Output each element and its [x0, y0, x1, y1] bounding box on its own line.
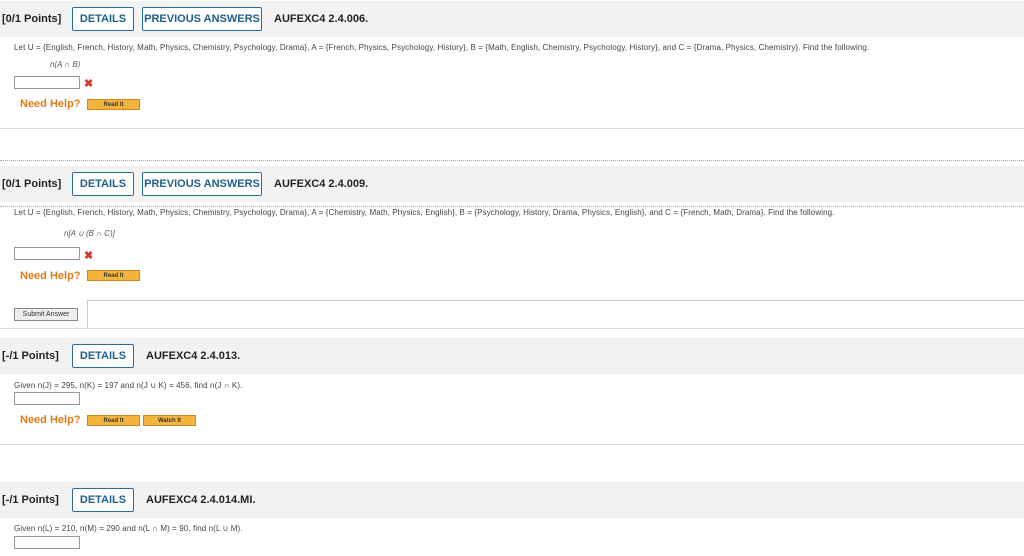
details-button[interactable]: DETAILS — [72, 172, 134, 196]
question-prompt: Let U = {English, French, History, Math,… — [14, 43, 870, 52]
details-button[interactable]: DETAILS — [72, 344, 134, 368]
question-prompt: Let U = {English, French, History, Math,… — [14, 208, 835, 217]
divider — [0, 206, 1024, 207]
question-code: AUFEXC4 2.4.006. — [274, 13, 369, 25]
read-it-button[interactable]: Read It — [87, 270, 140, 281]
question-code: AUFEXC4 2.4.009. — [274, 178, 369, 190]
need-help-label: Need Help? — [20, 270, 81, 282]
answer-input[interactable] — [14, 392, 80, 405]
question-code: AUFEXC4 2.4.014.MI. — [146, 494, 256, 506]
points-label: [0/1 Points] — [2, 178, 62, 190]
previous-answers-button[interactable]: PREVIOUS ANSWERS — [142, 7, 262, 31]
watch-it-button[interactable]: Watch It — [143, 415, 196, 426]
answer-input[interactable] — [14, 247, 80, 260]
q4-header: [-/1 Points] DETAILS AUFEXC4 2.4.014.MI. — [0, 482, 1024, 518]
question-expression: n[A ∪ (B ∩ C)] — [64, 229, 115, 238]
incorrect-icon: ✖ — [84, 78, 94, 90]
question-prompt: Given n(J) = 295, n(K) = 197 and n(J ∪ K… — [14, 381, 243, 390]
submit-area — [87, 300, 1024, 329]
submit-answer-button[interactable]: Submit Answer — [14, 308, 78, 321]
read-it-button[interactable]: Read It — [87, 415, 140, 426]
q1-header: [0/1 Points] DETAILS PREVIOUS ANSWERS AU… — [0, 1, 1024, 37]
q2-header: [0/1 Points] DETAILS PREVIOUS ANSWERS AU… — [0, 166, 1024, 202]
answer-input[interactable] — [14, 76, 80, 89]
details-button[interactable]: DETAILS — [72, 7, 134, 31]
need-help-label: Need Help? — [20, 98, 81, 110]
divider — [0, 160, 1024, 161]
points-label: [0/1 Points] — [2, 13, 62, 25]
question-code: AUFEXC4 2.4.013. — [146, 350, 241, 362]
question-prompt: Given n(L) = 210, n(M) = 290 and n(L ∩ M… — [14, 524, 243, 533]
points-label: [-/1 Points] — [2, 350, 59, 362]
divider — [0, 328, 1024, 329]
answer-input[interactable] — [14, 536, 80, 549]
details-button[interactable]: DETAILS — [72, 488, 134, 512]
question-expression: n(A ∩ B) — [50, 60, 81, 69]
previous-answers-button[interactable]: PREVIOUS ANSWERS — [142, 172, 262, 196]
read-it-button[interactable]: Read It — [87, 99, 140, 110]
q3-header: [-/1 Points] DETAILS AUFEXC4 2.4.013. — [0, 338, 1024, 374]
divider — [0, 128, 1024, 129]
divider — [0, 444, 1024, 445]
incorrect-icon: ✖ — [84, 250, 94, 262]
need-help-label: Need Help? — [20, 414, 81, 426]
points-label: [-/1 Points] — [2, 494, 59, 506]
